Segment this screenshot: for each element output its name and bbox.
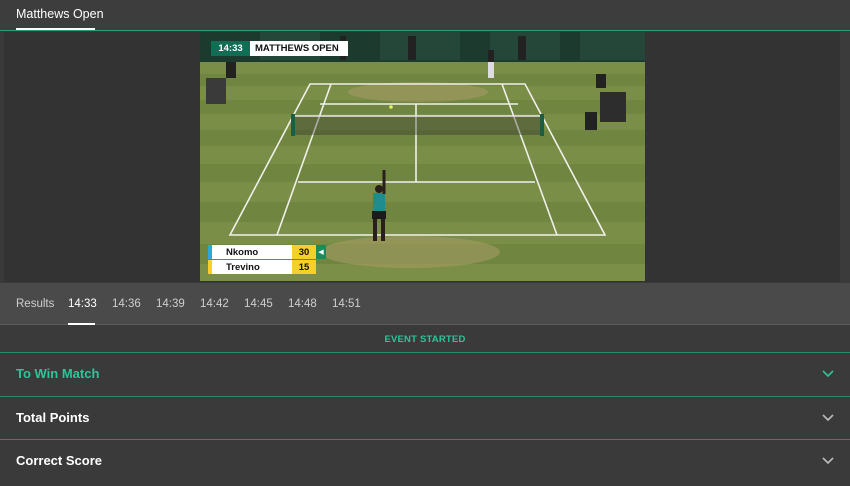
tab-time[interactable]: 14:36: [112, 298, 141, 310]
header-bar: Matthews Open: [0, 0, 850, 31]
player-points: 30: [292, 245, 316, 259]
tab-time[interactable]: 14:48: [288, 298, 317, 310]
tab-active-underline: [16, 28, 95, 30]
live-stream-video[interactable]: 14:33 MATTHEWS OPEN Nkomo 30 ◀ Trevino 1…: [200, 32, 645, 281]
market-label: Total Points: [16, 410, 90, 425]
player-points: 15: [292, 260, 316, 274]
overlay-event-name: MATTHEWS OPEN: [250, 41, 348, 56]
scrollbar[interactable]: [840, 32, 850, 282]
market-correct-score[interactable]: Correct Score: [0, 439, 850, 481]
tab-event[interactable]: Matthews Open: [16, 7, 104, 21]
tab-time[interactable]: 14:51: [332, 298, 361, 310]
chevron-down-icon[interactable]: [820, 366, 836, 382]
overlay-clock: 14:33: [211, 41, 250, 56]
tab-active-underline: [68, 323, 95, 325]
player-name: Nkomo: [212, 245, 292, 259]
market-label: To Win Match: [16, 366, 100, 381]
chevron-down-icon[interactable]: [820, 453, 836, 469]
tab-results[interactable]: Results: [16, 298, 54, 310]
market-label: Correct Score: [16, 453, 102, 468]
serve-arrow-icon: ◀: [316, 245, 326, 259]
tab-time[interactable]: 14:39: [156, 298, 185, 310]
scoreboard-row: Trevino 15: [208, 260, 316, 274]
chevron-down-icon[interactable]: [820, 410, 836, 426]
market-to-win-match[interactable]: To Win Match: [0, 352, 850, 394]
player-name: Trevino: [212, 260, 292, 274]
tab-time[interactable]: 14:45: [244, 298, 273, 310]
scoreboard-row: Nkomo 30 ◀: [208, 245, 326, 259]
time-tabs: Results 14:33 14:36 14:39 14:42 14:45 14…: [0, 283, 850, 325]
market-total-points[interactable]: Total Points: [0, 396, 850, 438]
tennis-court-scene: [200, 32, 645, 281]
event-status: EVENT STARTED: [0, 326, 850, 352]
tab-time[interactable]: 14:42: [200, 298, 229, 310]
tab-time[interactable]: 14:33: [68, 298, 97, 310]
